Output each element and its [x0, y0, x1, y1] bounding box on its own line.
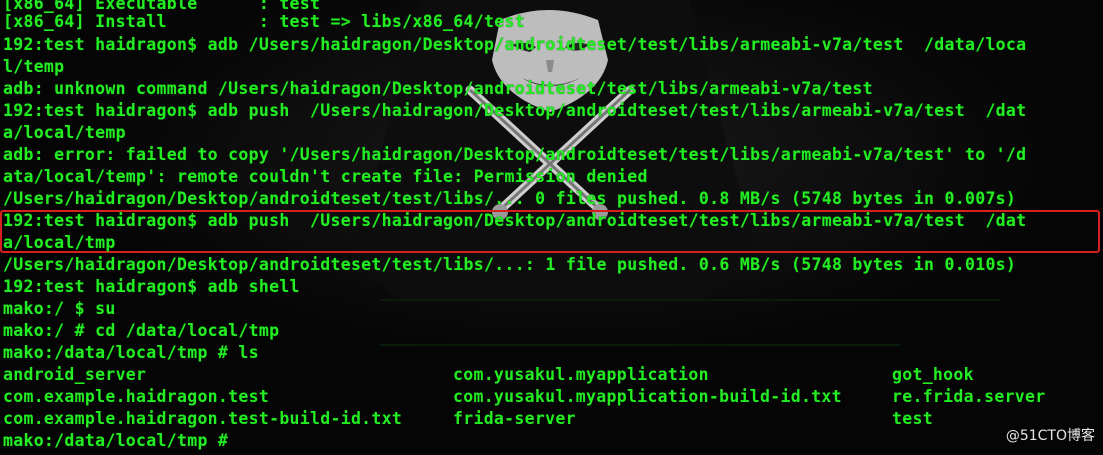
terminal-line: a/local/temp — [3, 123, 126, 142]
ls-entry: com.yusakul.myapplication — [453, 365, 709, 384]
ls-column-2: com.yusakul.myapplication com.yusakul.my… — [453, 364, 842, 430]
terminal-line: mako:/data/local/tmp # ls — [3, 343, 259, 362]
ls-entry: com.example.haidragon.test — [3, 387, 270, 406]
terminal-line: adb: error: failed to copy '/Users/haidr… — [3, 145, 1027, 164]
ls-entry: com.example.haidragon.test-build-id.txt — [3, 409, 403, 428]
terminal-line: ata/local/temp': remote couldn't create … — [3, 167, 648, 186]
ls-entry: com.yusakul.myapplication-build-id.txt — [453, 387, 842, 406]
ls-entry: re.frida.server — [892, 387, 1046, 406]
ls-output: android_server com.example.haidragon.tes… — [3, 364, 1103, 430]
terminal-line: adb: unknown command /Users/haidragon/De… — [3, 79, 873, 98]
terminal-line: l/temp — [3, 57, 65, 76]
ls-column-1: android_server com.example.haidragon.tes… — [3, 364, 402, 430]
ls-entry: frida-server — [453, 409, 576, 428]
terminal-line: /Users/haidragon/Desktop/androidteset/te… — [3, 189, 1017, 208]
terminal-line: [x86_64] Install : test => libs/x86_64/t… — [3, 12, 525, 31]
terminal-window[interactable]: [x86_64] Executable : test [x86_64] Inst… — [0, 0, 1103, 455]
terminal-line: 192:test haidragon$ adb shell — [3, 277, 300, 296]
shell-prompt[interactable]: mako:/data/local/tmp # — [3, 430, 228, 452]
terminal-line-highlighted: 192:test haidragon$ adb push /Users/haid… — [3, 211, 1027, 230]
terminal-line: 192:test haidragon$ adb push /Users/haid… — [3, 101, 1027, 120]
ls-column-3: got_hook re.frida.server test — [892, 364, 1046, 430]
terminal-line-highlighted: a/local/tmp — [3, 233, 116, 252]
terminal-line: 192:test haidragon$ adb /Users/haidragon… — [3, 35, 1027, 54]
ls-entry: android_server — [3, 365, 147, 384]
terminal-line: mako:/ $ su — [3, 299, 116, 318]
terminal-line: mako:/ # cd /data/local/tmp — [3, 321, 280, 340]
watermark-label: @51CTO博客 — [1005, 428, 1095, 444]
terminal-line: /Users/haidragon/Desktop/androidteset/te… — [3, 255, 1017, 274]
ls-entry: got_hook — [892, 365, 974, 384]
